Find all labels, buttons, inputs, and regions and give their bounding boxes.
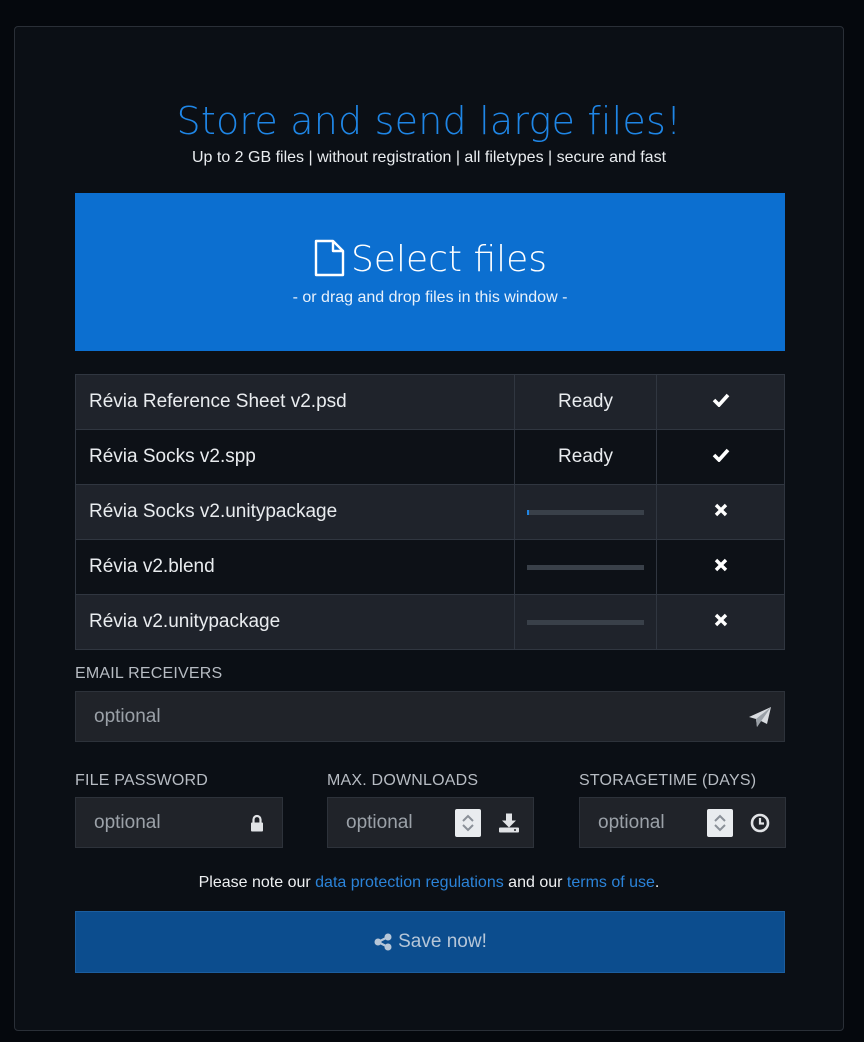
max-downloads-stepper[interactable] xyxy=(455,808,481,837)
file-row: Révia v2.blend xyxy=(75,539,785,595)
file-name: Révia Reference Sheet v2.psd xyxy=(75,374,515,430)
progress-bar xyxy=(527,619,644,625)
progress-bar-fill xyxy=(527,509,530,515)
max-downloads-label: MAX. DOWNLOADS xyxy=(327,772,479,789)
file-row: Révia Socks v2.unitypackage xyxy=(75,484,785,540)
chevron-down-icon xyxy=(462,823,474,831)
upload-card: Store and send large files! Up to 2 GB f… xyxy=(14,26,844,1031)
check-icon xyxy=(712,446,730,467)
legal-note: Please note our data protection regulati… xyxy=(198,874,660,891)
check-icon xyxy=(712,391,730,412)
file-icon xyxy=(314,239,345,277)
close-icon[interactable] xyxy=(714,501,728,522)
file-list: Révia Reference Sheet v2.psd Ready Révia S… xyxy=(75,374,785,650)
lock-icon xyxy=(250,814,264,831)
file-done-cell xyxy=(656,374,785,430)
remove-file-cell xyxy=(656,539,785,595)
storagetime-field xyxy=(579,797,786,848)
select-files-label: Select files xyxy=(350,239,548,280)
data-protection-link[interactable]: data protection regulations xyxy=(315,874,504,891)
close-icon[interactable] xyxy=(714,556,728,577)
chevron-up-icon xyxy=(462,814,474,822)
file-row: Révia Reference Sheet v2.psd Ready xyxy=(75,374,785,430)
chevron-up-icon xyxy=(714,814,726,822)
file-progress xyxy=(514,539,657,595)
chevron-down-icon xyxy=(714,823,726,831)
drag-drop-hint: - or drag and drop files in this window … xyxy=(292,289,568,306)
file-status: Ready xyxy=(514,429,657,485)
max-downloads-field xyxy=(327,797,534,848)
remove-file-cell xyxy=(656,484,785,540)
file-progress xyxy=(514,484,657,540)
progress-bar xyxy=(527,564,644,570)
file-status: Ready xyxy=(514,374,657,430)
file-password-input[interactable] xyxy=(76,798,241,847)
storagetime-stepper[interactable] xyxy=(707,808,733,837)
file-done-cell xyxy=(656,429,785,485)
file-name: Révia Socks v2.unitypackage xyxy=(75,484,515,540)
page-subtitle: Up to 2 GB files | without registration … xyxy=(191,149,667,166)
select-files-button[interactable]: Select files - or drag and drop files in… xyxy=(75,193,785,351)
file-name: Révia v2.blend xyxy=(75,539,515,595)
page-title: Store and send large files! xyxy=(176,99,682,143)
storagetime-input[interactable] xyxy=(580,798,705,847)
close-icon[interactable] xyxy=(714,611,728,632)
share-icon xyxy=(374,933,392,951)
max-downloads-input[interactable] xyxy=(328,798,453,847)
file-name: Révia v2.unitypackage xyxy=(75,594,515,650)
file-row: Révia Socks v2.spp Ready xyxy=(75,429,785,485)
clock-icon xyxy=(750,813,770,833)
storagetime-label: STORAGETIME (DAYS) xyxy=(579,772,757,789)
email-receivers-input[interactable] xyxy=(76,692,726,741)
remove-file-cell xyxy=(656,594,785,650)
paper-plane-icon[interactable] xyxy=(748,706,772,728)
terms-of-use-link[interactable]: terms of use xyxy=(567,874,655,891)
email-receivers-field xyxy=(75,691,785,742)
file-progress xyxy=(514,594,657,650)
file-password-field xyxy=(75,797,283,848)
file-name: Révia Socks v2.spp xyxy=(75,429,515,485)
file-row: Révia v2.unitypackage xyxy=(75,594,785,650)
email-receivers-label: EMAIL RECEIVERS xyxy=(75,665,223,682)
save-button-label: Save now! xyxy=(398,931,487,952)
file-password-label: FILE PASSWORD xyxy=(75,772,208,789)
progress-bar xyxy=(527,509,644,515)
download-icon xyxy=(499,813,519,832)
save-button[interactable]: Save now! xyxy=(75,911,785,973)
